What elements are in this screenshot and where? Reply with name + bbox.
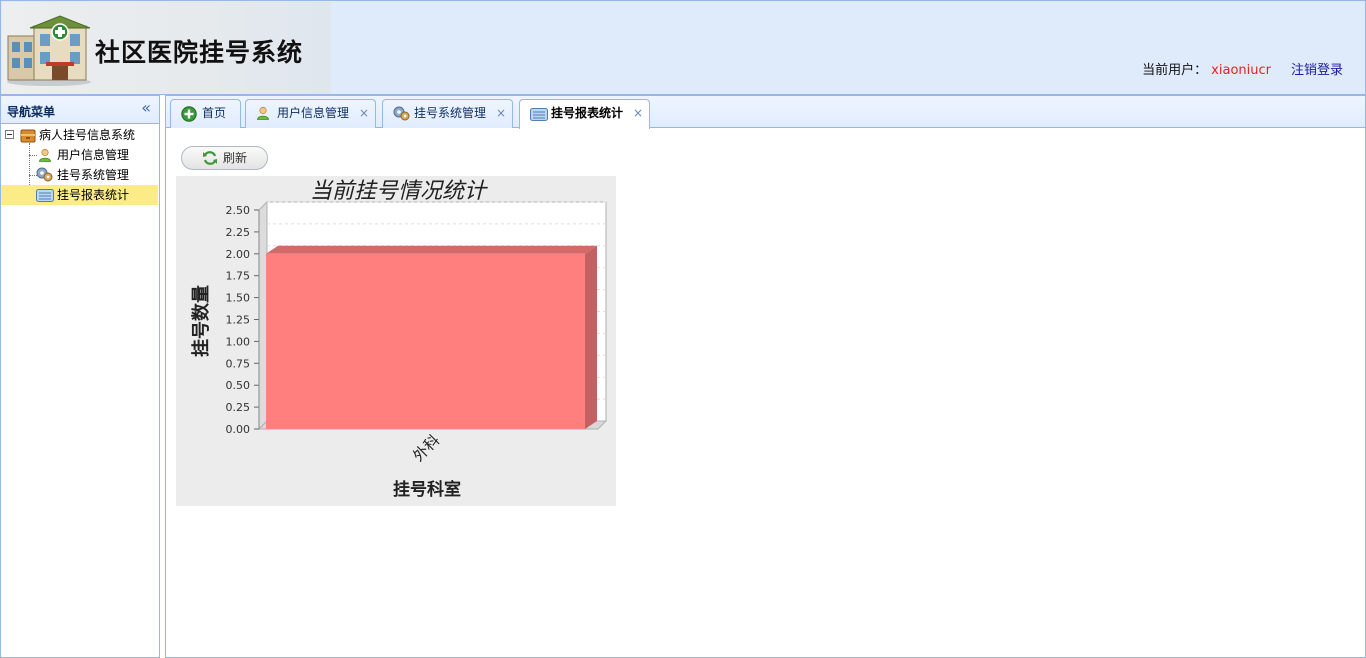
close-icon[interactable]: × — [496, 100, 506, 127]
sidebar-item-label: 挂号系统管理 — [57, 168, 130, 182]
home-plus-icon — [181, 106, 197, 122]
tab-registration-report[interactable]: 挂号报表统计 × — [519, 99, 650, 129]
sidebar-item-user-management[interactable]: 用户信息管理 — [1, 145, 158, 165]
refresh-icon — [203, 151, 217, 165]
chart-canvas: 0.00 0.25 0.50 0.75 1.00 1.25 1.50 1.75 2.00 2.25… — [190, 179, 608, 500]
chart-title: 当前挂号情况统计 — [310, 179, 488, 204]
chart-y-tick-label: 2.50 — [226, 204, 251, 217]
refresh-label: 刷新 — [223, 151, 248, 165]
chart-bar-side — [585, 245, 597, 429]
chart-y-tick-label: 1.75 — [226, 270, 251, 283]
tab-label: 挂号系统管理 — [414, 106, 487, 120]
close-icon[interactable]: × — [359, 100, 369, 127]
chart-y-tick-label: 0.50 — [226, 379, 251, 392]
app-header: 社区医院挂号系统 当前用户： xiaoniucr 注销登录 — [0, 0, 1366, 95]
tab-label: 首页 — [202, 106, 227, 120]
sidebar-item-registration-management[interactable]: 挂号系统管理 — [1, 165, 158, 185]
tab-bar: 首页 用户信息管理 × 挂号系统管理 × 挂号报表统计 × — [166, 96, 1365, 129]
tab-label: 用户信息管理 — [277, 106, 350, 120]
logo-banner: 社区医院挂号系统 — [2, 2, 331, 94]
chart-y-tick-label: 1.25 — [226, 314, 251, 327]
chart-y-axis-label: 挂号数量 — [190, 285, 212, 357]
folder-icon — [20, 129, 36, 143]
chart-y-tick-label: 2.25 — [226, 226, 251, 239]
chart-y-tick-label: 2.00 — [226, 248, 251, 261]
tab-home[interactable]: 首页 — [170, 99, 241, 128]
system-title: 社区医院挂号系统 — [95, 38, 304, 67]
sidebar-item-label: 用户信息管理 — [57, 148, 130, 162]
chart-side-wall — [258, 200, 268, 431]
chart-y-tick-label: 0.25 — [226, 401, 251, 414]
sidebar-item-label: 挂号报表统计 — [57, 188, 130, 202]
report-icon — [530, 108, 548, 121]
main-content-panel: 首页 用户信息管理 × 挂号系统管理 × 挂号报表统计 × 刷新 0.00 0.… — [165, 95, 1366, 658]
current-username: xiaoniucr — [1211, 63, 1271, 78]
chart-y-tick-label: 1.50 — [226, 292, 251, 305]
refresh-button[interactable]: 刷新 — [181, 146, 268, 170]
nav-panel-title: 导航菜单 — [7, 105, 56, 119]
current-user-label: 当前用户： — [1142, 63, 1208, 78]
chart-y-tick-label: 0.75 — [226, 357, 251, 370]
tab-label: 挂号报表统计 — [551, 106, 624, 120]
double-chevron-left-icon[interactable]: « — [141, 100, 151, 116]
user-area: 当前用户： xiaoniucr 注销登录 — [1142, 59, 1343, 78]
chart-bar-top — [266, 245, 597, 254]
chart-x-axis-label: 挂号科室 — [393, 479, 461, 500]
tree-root-label: 病人挂号信息系统 — [39, 128, 136, 142]
tree-collapse-toggle-icon[interactable] — [5, 130, 14, 139]
tree-root-patient-registration[interactable]: 病人挂号信息系统 — [1, 125, 158, 145]
user-icon — [39, 148, 51, 162]
nav-panel: 导航菜单 « 病人挂号信息系统 用户信息管理 挂号系统管理 挂号报表统计 — [0, 95, 160, 658]
logout-link[interactable]: 注销登录 — [1291, 63, 1343, 78]
nav-panel-header: 导航菜单 « — [1, 96, 159, 124]
close-icon[interactable]: × — [633, 100, 643, 127]
gears-icon — [393, 106, 410, 121]
chart-y-tick-label: 0.00 — [226, 423, 251, 436]
chart-x-tick-label: 外科 — [409, 431, 443, 465]
registration-chart: 0.00 0.25 0.50 0.75 1.00 1.25 1.50 1.75 2.00 2.25… — [176, 176, 616, 506]
tab-registration-management[interactable]: 挂号系统管理 × — [382, 99, 513, 128]
sidebar-item-registration-report[interactable]: 挂号报表统计 — [1, 185, 158, 205]
tab-user-management[interactable]: 用户信息管理 × — [245, 99, 376, 128]
chart-y-tick-label: 1.00 — [226, 335, 251, 348]
hospital-building-icon — [7, 15, 91, 86]
chart-bar — [266, 253, 585, 429]
report-icon — [36, 189, 54, 202]
user-icon — [257, 106, 269, 120]
gears-icon — [36, 167, 53, 182]
